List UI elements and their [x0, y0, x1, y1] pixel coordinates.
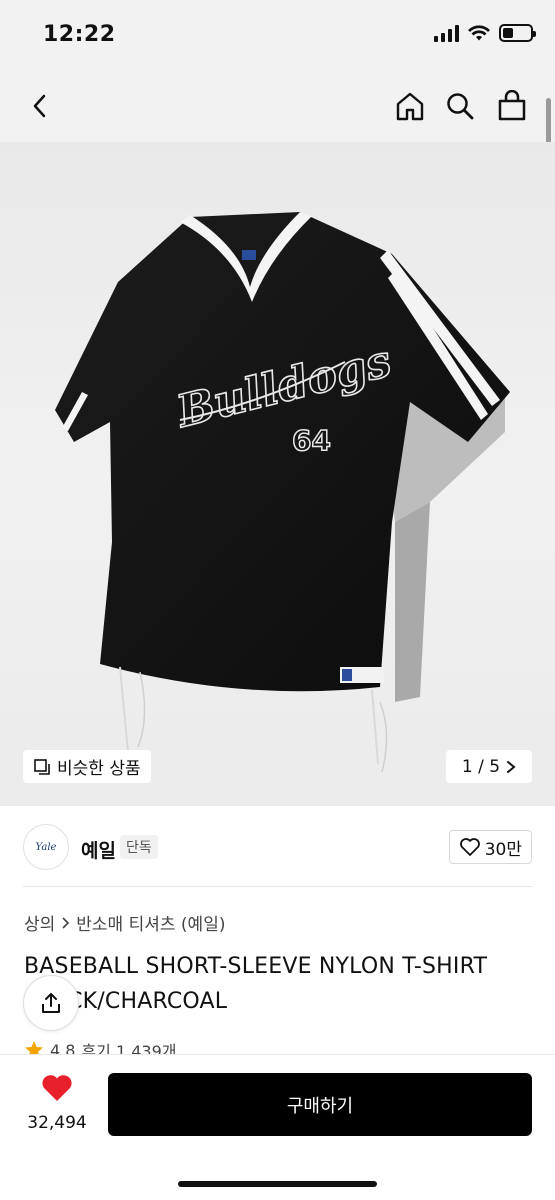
wishlist-count: 32,494 — [27, 1113, 87, 1133]
brand-like-count: 30만 — [484, 839, 522, 860]
status-icons — [434, 24, 536, 42]
similar-products-button[interactable]: 비슷한 상품 — [23, 750, 151, 783]
breadcrumb: 상의 반소매 티셔츠 (예일) — [24, 910, 225, 935]
home-button[interactable] — [390, 86, 430, 126]
status-time: 12:22 — [43, 22, 116, 47]
pager-label: 1 / 5 — [461, 756, 501, 777]
cart-button[interactable] — [492, 86, 532, 126]
bottom-action-bar: 32,494 구매하기 — [0, 1054, 555, 1200]
product-title: BASEBALL SHORT-SLEEVE NYLON T-SHIRT BLAC… — [24, 954, 488, 1014]
exclusive-badge: 단독 — [120, 835, 158, 859]
image-pager[interactable]: 1 / 5 — [446, 750, 532, 783]
buy-button[interactable]: 구매하기 — [108, 1073, 532, 1136]
wishlist-button[interactable]: 32,494 — [24, 1073, 90, 1133]
heart-filled-icon — [42, 1075, 72, 1101]
search-button[interactable] — [440, 86, 480, 126]
product-image-carousel[interactable]: Bulldogs 64 비슷한 상품 1 / 5 — [0, 142, 555, 806]
wifi-icon — [468, 25, 490, 41]
chevron-right-icon — [507, 760, 516, 773]
share-icon — [42, 993, 60, 1013]
status-bar: 12:22 — [0, 0, 555, 70]
divider — [23, 886, 532, 887]
top-nav — [0, 70, 555, 142]
copy-icon — [34, 758, 50, 775]
breadcrumb-item[interactable]: 반소매 티셔츠 (예일) — [76, 910, 225, 935]
shopping-bag-icon — [498, 90, 526, 121]
signal-icon — [434, 24, 459, 42]
similar-products-label: 비슷한 상품 — [57, 759, 141, 779]
breadcrumb-item[interactable]: 상의 — [24, 910, 55, 935]
brand-row: Yale 예일 단독 30만 — [0, 806, 555, 886]
home-indicator — [178, 1181, 377, 1187]
heart-outline-icon — [459, 838, 480, 856]
battery-icon — [499, 24, 536, 42]
brand-logo-text: Yale — [35, 841, 57, 853]
chevron-left-icon — [33, 94, 46, 118]
back-button[interactable] — [20, 86, 60, 126]
brand-logo[interactable]: Yale — [23, 824, 69, 870]
chevron-right-icon — [62, 916, 70, 929]
product-image: Bulldogs 64 — [55, 212, 510, 773]
brand-like-button[interactable]: 30만 — [448, 830, 532, 864]
share-button[interactable] — [23, 975, 79, 1031]
chest-number: 64 — [292, 424, 331, 457]
brand-name[interactable]: 예일 — [81, 836, 116, 863]
search-icon — [447, 93, 474, 120]
home-icon — [396, 92, 424, 121]
